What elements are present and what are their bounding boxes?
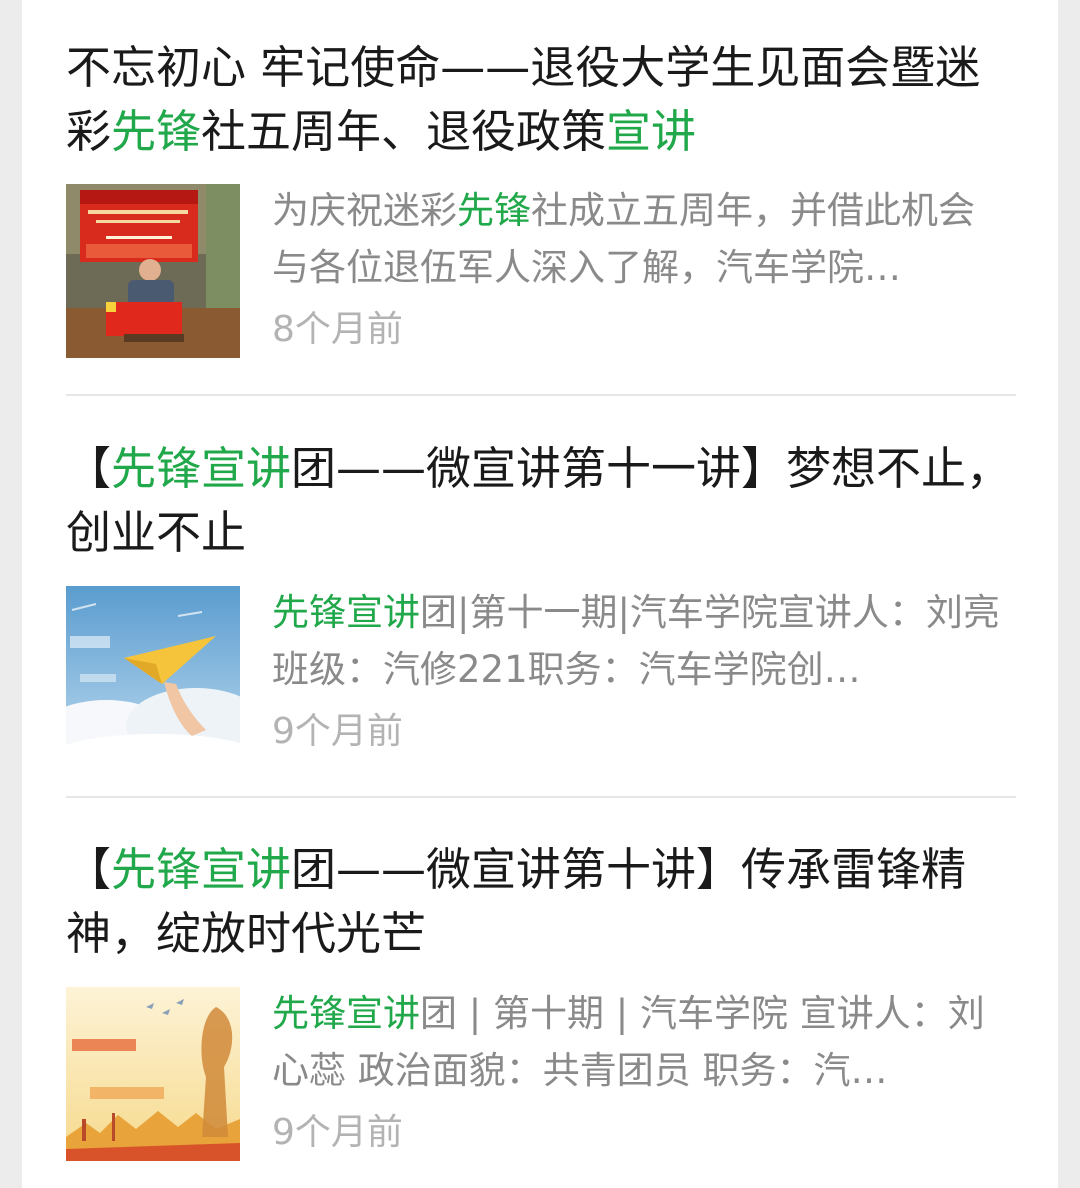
meeting-photo-icon[interactable] bbox=[66, 184, 240, 358]
article-title[interactable]: 【先锋宣讲团——微宣讲第十一讲】梦想不止，创业不止 bbox=[66, 437, 1016, 565]
article-snippet: 先锋宣讲团 | 第十期 | 汽车学院 宣讲人：刘心蕊 政治面貌：共青团员 职务：… bbox=[272, 992, 985, 1092]
keyword-highlight: 宣讲 bbox=[606, 105, 697, 158]
paper-plane-sky-icon[interactable] bbox=[66, 586, 240, 760]
keyword-highlight: 先锋宣讲 bbox=[272, 992, 420, 1035]
article-body: 先锋宣讲团 | 第十期 | 汽车学院 宣讲人：刘心蕊 政治面貌：共青团员 职务：… bbox=[66, 987, 1016, 1161]
keyword-highlight: 先锋宣讲 bbox=[111, 843, 292, 896]
article-card[interactable]: 【先锋宣讲团——微宣讲第十讲】传承雷锋精神，绽放时代光芒 先锋宣讲团 | 第十期… bbox=[66, 838, 1016, 1161]
keyword-highlight: 先锋宣讲 bbox=[111, 442, 292, 495]
publish-time: 8个月前 bbox=[272, 309, 403, 350]
keyword-highlight: 先锋宣讲 bbox=[272, 591, 420, 634]
leifeng-poster-icon[interactable] bbox=[66, 987, 240, 1161]
article-snippet: 先锋宣讲团|第十一期|汽车学院宣讲人：刘亮班级：汽修221职务：汽车学院创… bbox=[272, 591, 1000, 691]
divider bbox=[66, 394, 1016, 396]
keyword-highlight: 先锋 bbox=[111, 105, 202, 158]
article-body: 为庆祝迷彩先锋社成立五周年，并借此机会与各位退伍军人深入了解，汽车学院… 8个月… bbox=[66, 184, 1016, 358]
publish-time: 9个月前 bbox=[272, 711, 403, 752]
keyword-highlight: 先锋 bbox=[457, 189, 531, 232]
article-body: 先锋宣讲团|第十一期|汽车学院宣讲人：刘亮班级：汽修221职务：汽车学院创… 9… bbox=[66, 586, 1016, 760]
publish-time: 9个月前 bbox=[272, 1112, 403, 1153]
article-snippet: 为庆祝迷彩先锋社成立五周年，并借此机会与各位退伍军人深入了解，汽车学院… bbox=[272, 189, 975, 289]
article-title[interactable]: 不忘初心 牢记使命——退役大学生见面会暨迷彩先锋社五周年、退役政策宣讲 bbox=[66, 36, 1016, 164]
article-title[interactable]: 【先锋宣讲团——微宣讲第十讲】传承雷锋精神，绽放时代光芒 bbox=[66, 838, 1016, 966]
article-card[interactable]: 【先锋宣讲团——微宣讲第十一讲】梦想不止，创业不止 先锋宣讲团|第十一期|汽车学… bbox=[66, 437, 1016, 760]
divider bbox=[66, 796, 1016, 798]
search-results-page: 不忘初心 牢记使命——退役大学生见面会暨迷彩先锋社五周年、退役政策宣讲 为庆祝迷… bbox=[22, 0, 1058, 1188]
article-card[interactable]: 不忘初心 牢记使命——退役大学生见面会暨迷彩先锋社五周年、退役政策宣讲 为庆祝迷… bbox=[66, 36, 1016, 358]
